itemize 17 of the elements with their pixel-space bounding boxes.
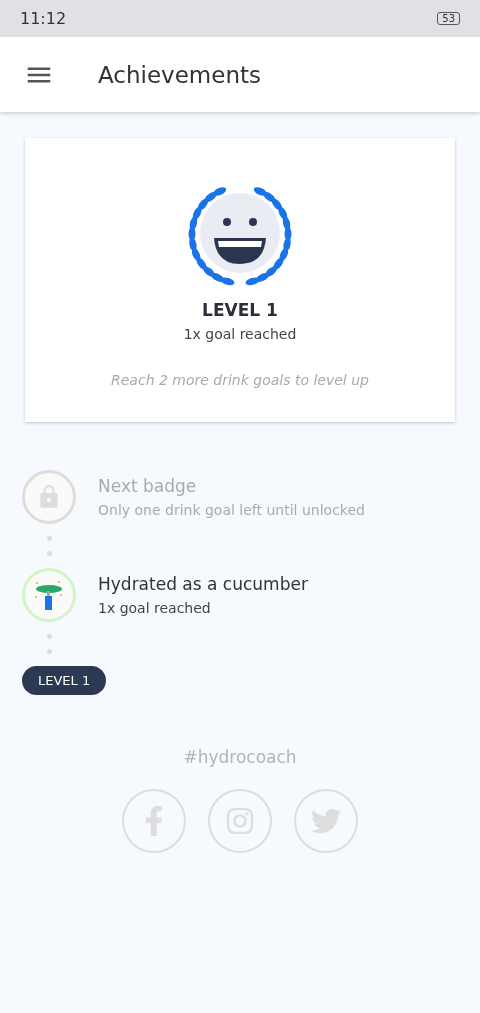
badge-subtitle: Only one drink goal left until unlocked [98, 502, 365, 518]
badge-title: Next badge [98, 476, 198, 496]
battery-level: 53 [437, 12, 460, 25]
bird-icon [311, 806, 341, 836]
hashtag: #hydrocoach [183, 747, 297, 767]
status-time: 11:12 [20, 9, 67, 28]
instagram-icon [225, 806, 255, 836]
level-title: LEVEL 1 [202, 300, 278, 320]
goal-count: 1x goal reached [183, 326, 297, 342]
facebook-button[interactable] [122, 789, 186, 853]
screen-title: Achievements [98, 61, 261, 88]
twitter-button[interactable] [294, 789, 358, 853]
instagram-button[interactable] [208, 789, 272, 853]
level-pill: LEVEL 1 [22, 666, 107, 695]
badge-subtitle: 1x goal reached [98, 600, 212, 616]
level-hint: Reach 2 more drink goals to level up [111, 372, 369, 388]
badge-title: Hydrated as a cucumber [98, 574, 308, 594]
